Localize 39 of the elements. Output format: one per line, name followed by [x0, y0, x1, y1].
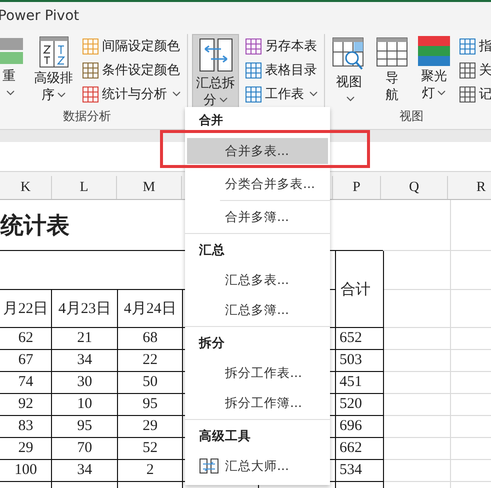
- table-cell: 67: [18, 352, 34, 368]
- table-cell: 62: [18, 330, 34, 346]
- table-cell: 503: [340, 352, 362, 368]
- table-cell: 74: [18, 374, 34, 390]
- menu-section-heading: 汇总: [199, 242, 225, 258]
- table-cell: 50: [142, 374, 158, 390]
- table-cell: 83: [18, 418, 34, 434]
- table-cell: 29: [142, 418, 158, 434]
- table-cell: 21: [77, 330, 92, 346]
- table-cell: 451: [340, 374, 362, 390]
- table-cell: 662: [340, 440, 362, 456]
- table-cell: 652: [340, 330, 362, 346]
- table-cell: 95: [77, 418, 92, 434]
- menu-section-heading: 合并: [199, 112, 223, 129]
- group-label: 数据分析: [63, 109, 111, 123]
- table-cell: 92: [18, 396, 34, 412]
- table-cell: 29: [18, 440, 34, 456]
- table-cell: 52: [142, 440, 158, 456]
- group-label: 视图: [400, 109, 424, 123]
- sheet-title: 统计表: [0, 212, 70, 238]
- menu-section-heading: 拆分: [199, 334, 225, 352]
- table-cell: 696: [340, 418, 362, 434]
- table-cell: 68: [142, 330, 158, 346]
- table-header-cell: 4月24日: [124, 301, 176, 317]
- table-cell: 2: [146, 462, 154, 478]
- table-header-cell: 合计: [340, 282, 370, 298]
- table-cell: 30: [77, 374, 92, 390]
- table-header-cell: 月22日: [3, 301, 48, 317]
- table-cell: 534: [340, 462, 362, 478]
- table-header-cell: 4月23日: [58, 301, 111, 317]
- table-cell: 34: [77, 352, 92, 368]
- table-cell: 70: [77, 440, 92, 456]
- table-cell: 95: [142, 396, 158, 412]
- table-cell: 10: [77, 396, 92, 412]
- table-cell: 520: [340, 396, 362, 412]
- table-cell: 22: [142, 352, 158, 368]
- menu-section-heading: 高级工具: [199, 428, 251, 444]
- table-cell: 34: [77, 462, 92, 478]
- table-cell: 100: [14, 462, 37, 478]
